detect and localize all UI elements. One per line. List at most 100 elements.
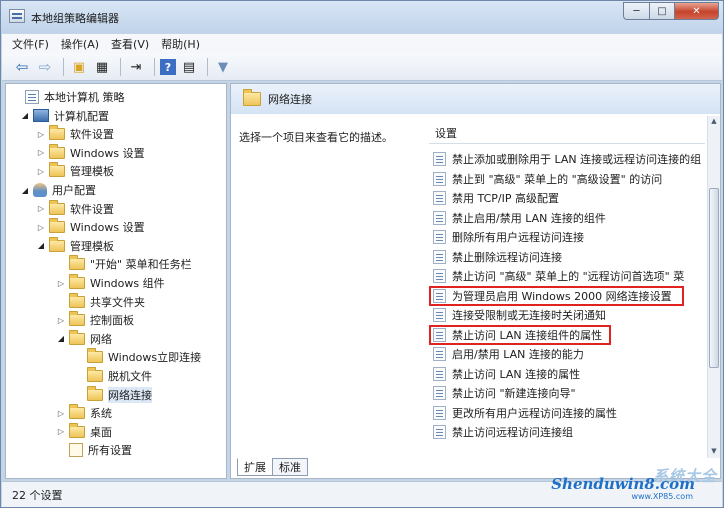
folder-up-icon[interactable]: ▣ [69, 57, 89, 77]
tree-item-label: 脱机文件 [108, 370, 152, 383]
tree-item[interactable]: ▷ 管理模板 [36, 162, 114, 180]
forward-arrow-icon[interactable]: ⇨ [35, 57, 55, 77]
setting-label: 禁止添加或删除用于 LAN 连接或远程访问连接的组 [452, 153, 702, 166]
setting-label: 禁止访问 "新建连接向导" [452, 387, 576, 400]
filter-icon[interactable]: ▼ [213, 57, 233, 77]
folder-icon [87, 348, 103, 364]
tree-item-label: Windows 设置 [70, 146, 145, 160]
menu-help[interactable]: 帮助(H) [161, 36, 200, 52]
policy-setting-icon [433, 230, 446, 244]
folder-icon [49, 236, 65, 252]
tree-item[interactable]: ◢ 用户配置 [20, 181, 96, 199]
setting-row[interactable]: 禁止启用/禁用 LAN 连接的组件 [433, 209, 705, 227]
setting-row[interactable]: 连接受限制或无连接时关闭通知 [433, 306, 705, 324]
tree-item[interactable]: ◢ 网络 [56, 329, 112, 348]
status-text: 22 个设置 [12, 488, 63, 502]
setting-label: 连接受限制或无连接时关闭通知 [452, 309, 606, 322]
setting-row[interactable]: 启用/禁用 LAN 连接的能力 [433, 345, 705, 363]
expand-arrow-icon[interactable]: ▷ [56, 409, 66, 418]
tree-item[interactable]: 共享文件夹 [56, 292, 145, 311]
properties-icon[interactable]: ▤ [179, 57, 199, 77]
tree-item[interactable]: ▷ 软件设置 [36, 199, 114, 218]
show-hide-tree-icon[interactable]: ▦ [92, 57, 112, 77]
collapse-arrow-icon[interactable]: ◢ [20, 111, 30, 120]
setting-row[interactable]: 禁止访问远程访问连接组 [433, 423, 705, 441]
policy-setting-icon [433, 366, 446, 381]
tab-standard[interactable]: 标准 [272, 458, 308, 476]
back-arrow-icon[interactable]: ⇦ [12, 57, 32, 77]
policy-setting-icon [433, 171, 446, 186]
setting-label: 禁用 TCP/IP 高级配置 [452, 192, 559, 205]
folder-icon [69, 274, 85, 289]
setting-row[interactable]: 禁止到 "高级" 菜单上的 "高级设置" 的访问 [433, 170, 705, 188]
tree-item[interactable]: 本地计算机 策略 [12, 88, 125, 106]
setting-label: 禁止删除远程访问连接 [452, 250, 562, 264]
tab-extended[interactable]: 扩展 [237, 458, 273, 476]
tree-item[interactable]: "开始" 菜单和任务栏 [56, 255, 192, 273]
expand-arrow-icon[interactable]: ▷ [36, 167, 46, 176]
tree-item[interactable]: 网络连接 [74, 385, 152, 404]
maximize-button[interactable]: □ [649, 2, 675, 20]
policy-setting-icon [433, 152, 446, 166]
folder-icon [69, 422, 85, 438]
expand-arrow-icon[interactable]: ▷ [36, 130, 46, 139]
export-list-icon[interactable]: ⇥ [126, 57, 146, 77]
setting-row[interactable]: 禁止添加或删除用于 LAN 连接或远程访问连接的组 [433, 150, 705, 168]
collapse-arrow-icon[interactable]: ◢ [20, 186, 30, 195]
close-button[interactable]: ✕ [675, 2, 719, 20]
column-header-setting[interactable]: 设置 [429, 122, 705, 144]
scroll-down-icon[interactable]: ▼ [709, 447, 719, 457]
tree-item[interactable]: 脱机文件 [74, 367, 152, 385]
tree-item[interactable]: ▷ 系统 [56, 404, 112, 422]
expand-arrow-icon[interactable]: ▷ [56, 427, 66, 436]
policy-setting-icon [433, 347, 446, 361]
tree-item[interactable]: 所有设置 [56, 441, 132, 459]
menu-view[interactable]: 查看(V) [111, 36, 149, 52]
menu-action[interactable]: 操作(A) [61, 36, 99, 52]
tree-pane[interactable]: 本地计算机 策略 ◢ 计算机配置 ▷ 软件设置 ▷ Windows 设置 ▷ 管理模板 ◢ 用户配置… [5, 83, 227, 479]
setting-row[interactable]: 禁止访问 "高级" 菜单上的 "远程访问首选项" 菜 [433, 267, 705, 285]
scroll-up-icon[interactable]: ▲ [709, 117, 719, 127]
tree-item[interactable]: ▷ 控制面板 [56, 311, 134, 329]
tree-item[interactable]: ▷ 桌面 [56, 422, 112, 441]
setting-row[interactable]: 删除所有用户远程访问连接 [433, 228, 705, 246]
tree-item[interactable]: ▷ Windows 设置 [36, 143, 145, 162]
scroll-thumb[interactable] [709, 188, 719, 368]
setting-row[interactable]: 禁用 TCP/IP 高级配置 [433, 189, 705, 207]
tree-item-label: 所有设置 [88, 444, 132, 458]
details-title: 网络连接 [268, 93, 312, 106]
collapse-arrow-icon[interactable]: ◢ [56, 334, 66, 343]
watermark-main: Shenduwin8.com [551, 475, 695, 493]
folder-icon [87, 385, 103, 401]
toolbar-separator [120, 58, 121, 76]
collapse-arrow-icon[interactable]: ◢ [36, 241, 46, 250]
policy-setting-icon [433, 308, 446, 322]
expand-arrow-icon[interactable]: ▷ [56, 279, 66, 288]
details-header: 网络连接 [231, 84, 720, 114]
setting-row[interactable]: 禁止访问 LAN 连接的属性 [433, 365, 705, 383]
expand-arrow-icon[interactable]: ▷ [36, 223, 46, 232]
tree-item[interactable]: Windows立即连接 [74, 348, 201, 366]
vertical-scrollbar[interactable]: ▲ ▼ [707, 116, 720, 458]
tree-item-label: 系统 [90, 407, 112, 421]
tree-item[interactable]: ▷ 软件设置 [36, 125, 114, 143]
tree-item[interactable]: ◢ 管理模板 [36, 236, 114, 255]
expand-arrow-icon[interactable]: ▷ [56, 316, 66, 325]
folder-icon [87, 367, 103, 382]
expand-arrow-icon[interactable]: ▷ [36, 204, 46, 213]
highlight-box [429, 324, 611, 345]
tree-item[interactable]: ▷ Windows 组件 [56, 274, 165, 292]
tree-item[interactable]: ◢ 计算机配置 [20, 107, 109, 125]
setting-row[interactable]: 禁止访问 "新建连接向导" [433, 384, 705, 402]
minimize-button[interactable]: ─ [623, 2, 649, 20]
settings-list: 设置 禁止添加或删除用于 LAN 连接或远程访问连接的组禁止到 "高级" 菜单上… [429, 116, 705, 456]
setting-row[interactable]: 更改所有用户远程访问连接的属性 [433, 404, 705, 422]
tree-item-label: 共享文件夹 [90, 295, 145, 309]
expand-arrow-icon[interactable]: ▷ [36, 148, 46, 157]
tree-item[interactable]: ▷ Windows 设置 [36, 218, 145, 236]
tree-item-label: 管理模板 [70, 239, 114, 253]
menu-file[interactable]: 文件(F) [12, 36, 49, 52]
title-bar[interactable]: 本地组策略编辑器 ─ □ ✕ [1, 1, 723, 33]
setting-row[interactable]: 禁止删除远程访问连接 [433, 248, 705, 266]
help-icon[interactable]: ? [160, 59, 176, 75]
